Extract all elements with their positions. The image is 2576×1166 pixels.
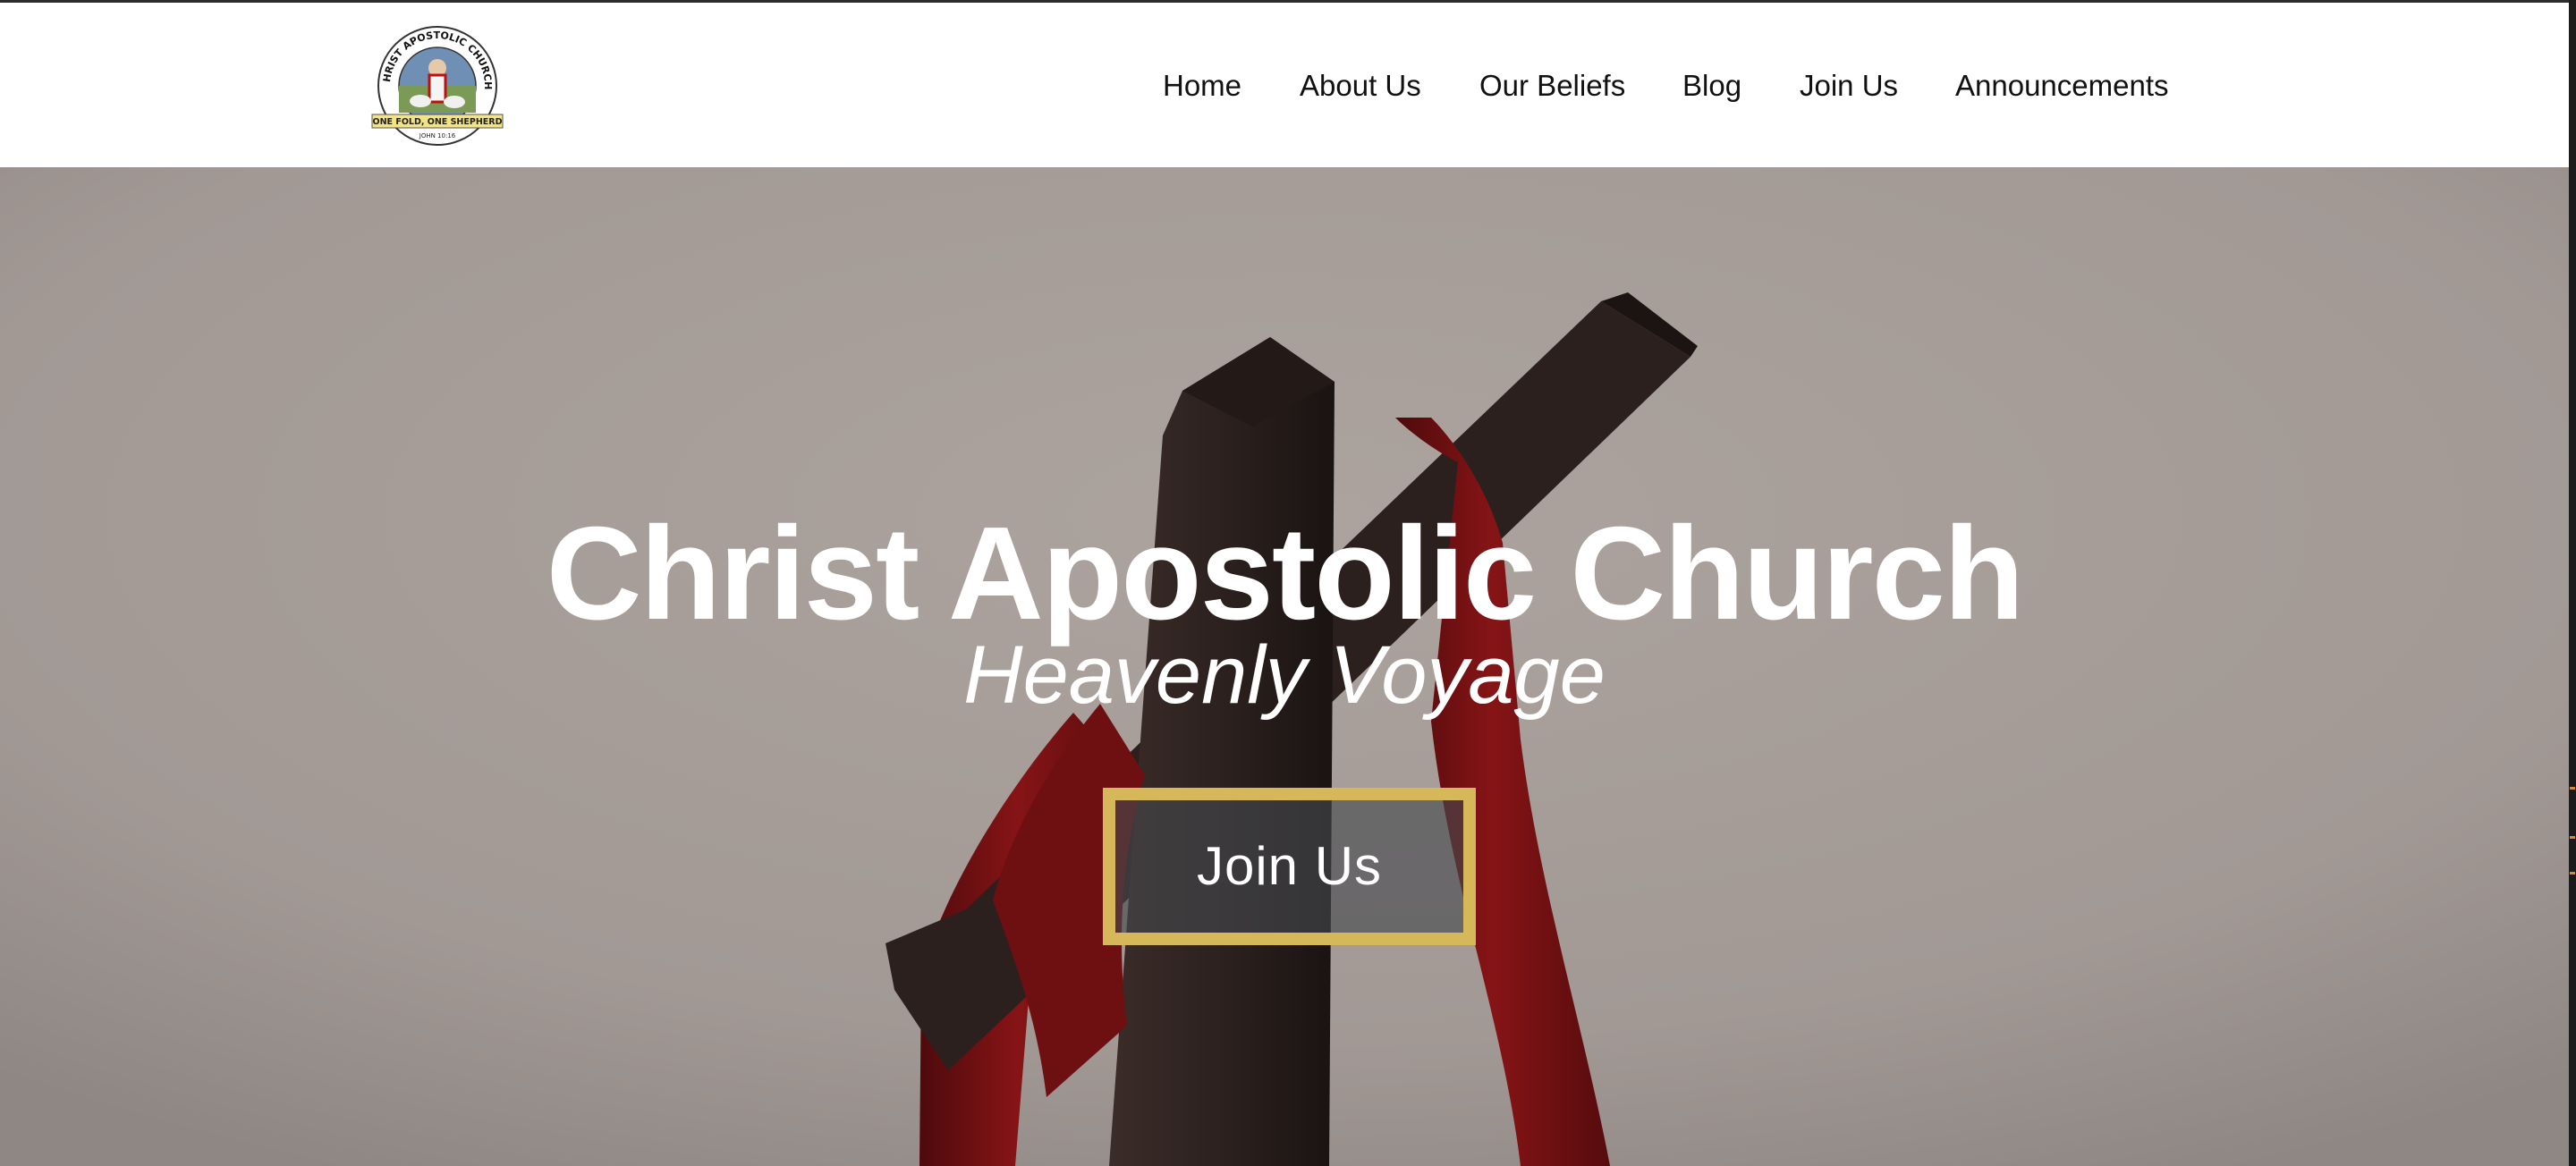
site-header: CHRIST APOSTOLIC CHURCH ONE FOLD, ONE SH… <box>0 3 2569 167</box>
edge-marker <box>2570 836 2575 839</box>
window-top-edge <box>0 0 2569 3</box>
nav-join-us[interactable]: Join Us <box>1800 68 1898 104</box>
window-right-edge <box>2569 0 2576 1166</box>
join-us-button[interactable]: Join Us <box>1103 788 1476 945</box>
edge-marker <box>2570 872 2575 874</box>
nav-announcements[interactable]: Announcements <box>1955 68 2169 104</box>
nav-blog[interactable]: Blog <box>1682 68 1741 104</box>
hero-section: Christ Apostolic Church Heavenly Voyage … <box>0 167 2569 1166</box>
browser-viewport: CHRIST APOSTOLIC CHURCH ONE FOLD, ONE SH… <box>0 0 2569 1166</box>
hero-subtitle: Heavenly Voyage <box>963 629 1606 721</box>
logo-banner-text: ONE FOLD, ONE SHEPHERD <box>373 117 503 127</box>
nav-home[interactable]: Home <box>1163 68 1241 104</box>
church-logo[interactable]: CHRIST APOSTOLIC CHURCH ONE FOLD, ONE SH… <box>367 9 504 148</box>
nav-our-beliefs[interactable]: Our Beliefs <box>1479 68 1625 104</box>
logo-verse-text: JOHN 10:16 <box>419 132 456 139</box>
church-seal-icon: CHRIST APOSTOLIC CHURCH ONE FOLD, ONE SH… <box>367 9 504 146</box>
edge-marker <box>2570 787 2575 790</box>
nav-about-us[interactable]: About Us <box>1300 68 1421 104</box>
